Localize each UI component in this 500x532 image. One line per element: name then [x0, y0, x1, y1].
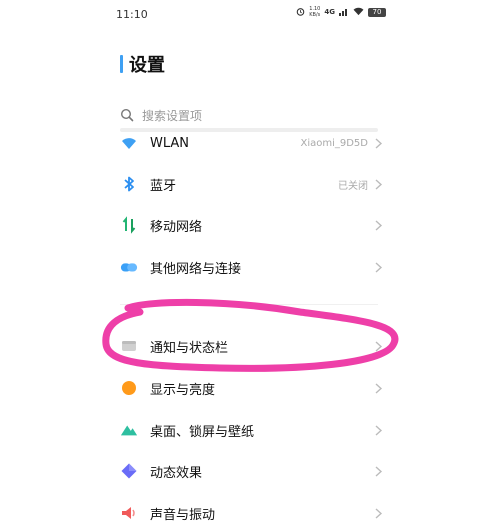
settings-row-display[interactable]: 显示与亮度 — [120, 373, 382, 403]
settings-row-notifications[interactable]: 通知与状态栏 — [120, 331, 382, 361]
search-placeholder: 搜索设置项 — [142, 108, 203, 123]
title-accent-bar — [120, 55, 123, 73]
mobile-data-icon — [120, 216, 138, 234]
alarm-icon — [296, 7, 305, 18]
row-label: 桌面、锁屏与壁纸 — [150, 424, 255, 440]
row-label: 移动网络 — [150, 219, 203, 235]
settings-row-dynamic-effects[interactable]: 动态效果 — [120, 456, 382, 486]
wifi-status-icon — [353, 7, 364, 18]
sound-icon — [120, 504, 138, 522]
dynamic-effect-icon — [120, 462, 138, 480]
chevron-right-icon — [374, 340, 382, 352]
settings-row-other-networks[interactable]: 其他网络与连接 — [120, 252, 382, 282]
search-icon — [120, 108, 134, 122]
settings-row-wallpaper[interactable]: 桌面、锁屏与壁纸 — [120, 415, 382, 445]
page-title-text: 设置 — [129, 55, 165, 76]
row-value: Xiaomi_9D5D — [300, 137, 368, 149]
battery-indicator: 70 — [368, 7, 386, 17]
row-label: 通知与状态栏 — [150, 340, 229, 356]
wallpaper-icon — [120, 421, 138, 439]
settings-row-sound[interactable]: 声音与振动 — [120, 498, 382, 528]
chevron-right-icon — [374, 382, 382, 394]
settings-row-bluetooth[interactable]: 蓝牙 已关闭 — [120, 169, 382, 199]
net-speed: 1.10 KB/s — [309, 6, 321, 18]
status-time: 11:10 — [116, 8, 148, 21]
row-label: 蓝牙 — [150, 178, 177, 194]
notification-icon — [120, 337, 138, 355]
chevron-right-icon — [374, 261, 382, 273]
settings-row-mobile-network[interactable]: 移动网络 — [120, 210, 382, 240]
row-label: 显示与亮度 — [150, 382, 216, 398]
section-divider — [120, 304, 378, 305]
settings-screen: 11:10 1.10 KB/s 4G 70 设置 搜索设置项 WLAN Xiao… — [110, 0, 390, 532]
row-label: WLAN — [150, 135, 190, 151]
row-value: 已关闭 — [338, 180, 368, 192]
row-label: 声音与振动 — [150, 507, 216, 523]
chevron-right-icon — [374, 465, 382, 477]
bluetooth-icon — [120, 175, 138, 193]
status-icons: 1.10 KB/s 4G 70 — [296, 6, 386, 18]
wifi-icon — [120, 134, 138, 152]
page-title: 设置 — [120, 52, 165, 76]
network-type: 4G — [324, 8, 335, 16]
settings-row-wlan[interactable]: WLAN Xiaomi_9D5D — [120, 128, 382, 158]
chevron-right-icon — [374, 178, 382, 190]
row-label: 动态效果 — [150, 465, 203, 481]
chevron-right-icon — [374, 424, 382, 436]
brightness-icon — [120, 379, 138, 397]
search-bar[interactable]: 搜索设置项 — [120, 103, 378, 127]
chevron-right-icon — [374, 507, 382, 519]
signal-icon — [339, 7, 349, 18]
chevron-right-icon — [374, 219, 382, 231]
status-bar: 11:10 1.10 KB/s 4G 70 — [110, 0, 390, 28]
row-label: 其他网络与连接 — [150, 261, 242, 277]
chevron-right-icon — [374, 137, 382, 149]
link-icon — [120, 258, 138, 276]
